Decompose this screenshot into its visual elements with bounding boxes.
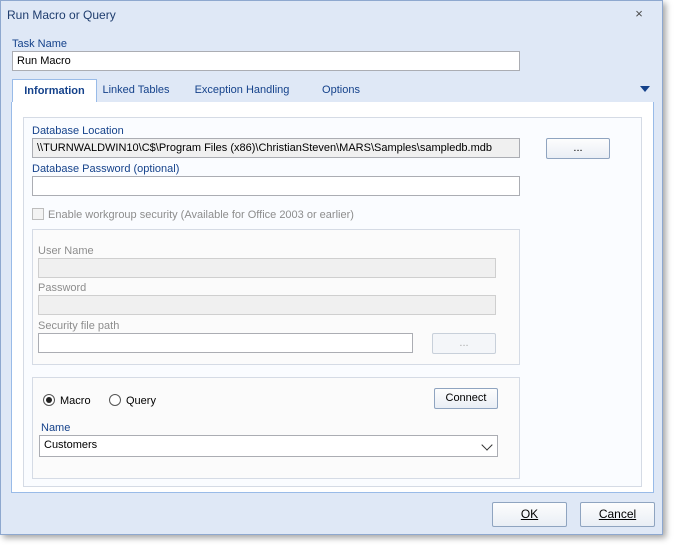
db-password-label: Database Password (optional) — [32, 163, 180, 175]
task-name-label: Task Name — [12, 38, 68, 50]
security-path-input[interactable] — [38, 333, 413, 353]
tab-dropdown-chevron-icon[interactable] — [640, 86, 650, 92]
connect-button[interactable]: Connect — [434, 388, 498, 409]
close-icon[interactable]: × — [632, 7, 646, 21]
query-radio[interactable] — [109, 394, 121, 406]
tab-options[interactable]: Options — [307, 79, 375, 102]
name-select[interactable]: Customers — [39, 435, 498, 457]
tab-exception-handling[interactable]: Exception Handling — [183, 79, 301, 102]
workgroup-label: Enable workgroup security (Available for… — [48, 209, 354, 221]
workgroup-checkbox[interactable] — [32, 208, 44, 220]
db-browse-button[interactable]: ... — [546, 138, 610, 159]
query-label: Query — [126, 395, 156, 407]
db-location-input[interactable]: \\TURNWALDWIN10\C$\Program Files (x86)\C… — [32, 138, 520, 158]
ok-button-label: OK — [520, 507, 539, 521]
tab-linked-tables[interactable]: Linked Tables — [97, 79, 175, 102]
macro-radio[interactable] — [43, 394, 55, 406]
dialog-window: Run Macro or Query × Task Name Run Macro… — [0, 0, 663, 535]
password-input[interactable] — [38, 295, 496, 315]
cancel-button-label: Cancel — [598, 507, 637, 521]
task-name-input[interactable]: Run Macro — [12, 51, 520, 71]
window-title: Run Macro or Query — [7, 8, 116, 22]
security-path-label: Security file path — [38, 320, 120, 332]
user-name-input[interactable] — [38, 258, 496, 278]
tab-information[interactable]: Information — [12, 79, 97, 103]
name-select-value: Customers — [44, 439, 98, 451]
ok-button[interactable]: OK — [492, 502, 567, 527]
password-label: Password — [38, 282, 87, 294]
macro-label: Macro — [60, 395, 91, 407]
user-name-label: User Name — [38, 245, 94, 257]
db-password-input[interactable] — [32, 176, 520, 196]
db-location-label: Database Location — [32, 125, 124, 137]
name-label: Name — [41, 422, 71, 434]
cancel-button[interactable]: Cancel — [580, 502, 655, 527]
security-browse-button[interactable]: ... — [432, 333, 496, 354]
